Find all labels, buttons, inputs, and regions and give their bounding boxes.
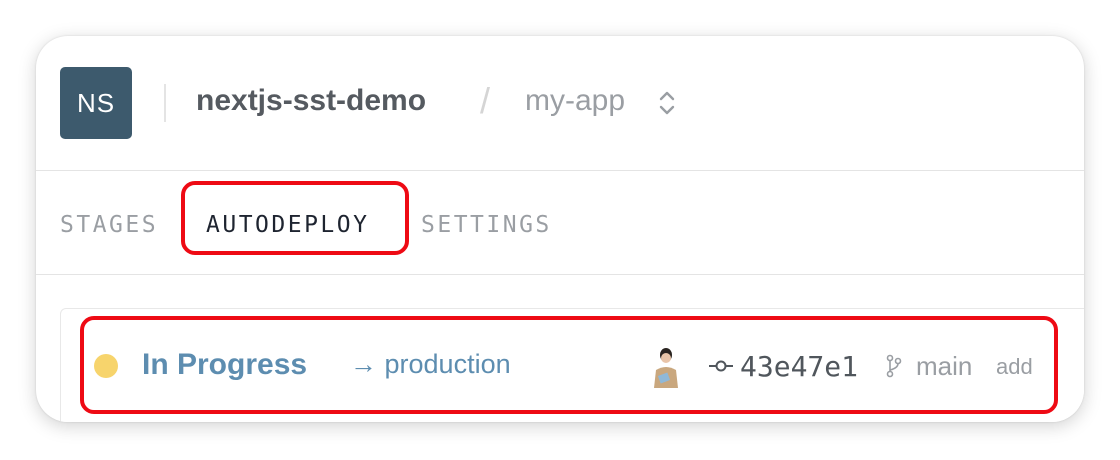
tab-settings[interactable]: SETTINGS [421, 212, 552, 238]
breadcrumb-separator: / [480, 80, 491, 121]
org-badge-text: NS [76, 87, 116, 118]
chevron-up-down-icon[interactable] [656, 88, 678, 118]
org-name-link[interactable]: nextjs-sst-demo [196, 84, 426, 118]
tab-stages[interactable]: STAGES [60, 212, 158, 238]
app-name-link[interactable]: my-app [525, 84, 625, 118]
org-avatar-badge[interactable]: NS [60, 67, 132, 139]
header-divider-line [36, 170, 1084, 171]
tabs-divider-line [36, 274, 1084, 275]
highlight-box-tab [181, 181, 409, 255]
highlight-box-deploy-row [80, 316, 1058, 414]
header: NS nextjs-sst-demo / my-app [36, 36, 1084, 170]
app-card: NS nextjs-sst-demo / my-app STAGES AUTOD… [36, 36, 1084, 422]
header-divider [164, 84, 166, 122]
